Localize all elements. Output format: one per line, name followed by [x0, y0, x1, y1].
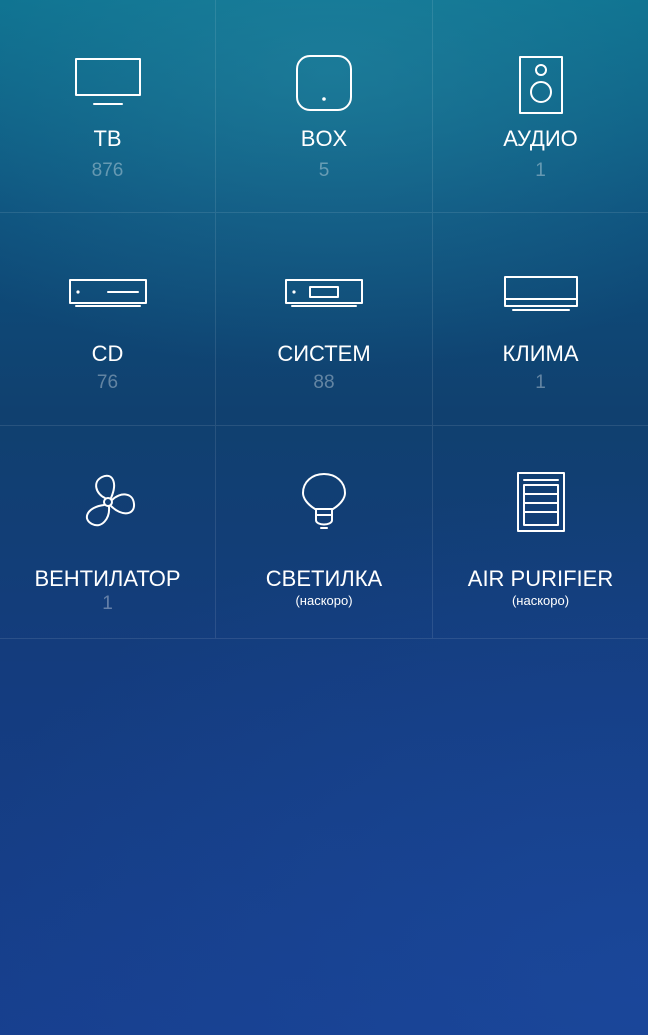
tile-count: 76 — [96, 372, 119, 393]
tv-icon — [74, 55, 142, 107]
tile-note: (наскоро) — [295, 593, 353, 608]
tile-label: BOX — [300, 126, 348, 151]
tile-note: (наскоро) — [511, 593, 570, 608]
tile-system[interactable]: СИСТЕМ 88 — [216, 213, 433, 426]
tile-count: 88 — [313, 372, 335, 393]
tile-cd[interactable]: CD 76 — [0, 213, 216, 426]
tile-count: 1 — [102, 593, 113, 614]
tile-label: КЛИМА — [502, 341, 579, 366]
cd-player-icon — [68, 277, 148, 309]
set-top-box-icon — [295, 54, 353, 112]
tile-light[interactable]: СВЕТИЛКА (наскоро) — [216, 426, 433, 639]
tile-label: ВЕНТИЛАТОР — [34, 566, 181, 591]
tile-tv[interactable]: ТВ 876 — [0, 0, 216, 213]
tile-label: СВЕТИЛКА — [265, 566, 383, 591]
tile-air-purifier[interactable]: AIR PURIFIER (наскоро) — [433, 426, 648, 639]
tile-count: 1 — [535, 372, 546, 393]
tile-label: AIR PURIFIER — [467, 566, 614, 591]
air-purifier-icon — [516, 471, 566, 533]
tile-audio[interactable]: АУДИО 1 — [433, 0, 648, 213]
tile-count: 5 — [318, 160, 330, 181]
tile-count: 876 — [91, 160, 124, 181]
tile-label: АУДИО — [503, 126, 578, 151]
stereo-system-icon — [284, 277, 364, 309]
tile-label: СИСТЕМ — [277, 341, 371, 366]
tile-label: CD — [91, 341, 124, 366]
air-conditioner-icon — [503, 275, 579, 315]
tile-count: 1 — [535, 160, 546, 181]
fan-icon — [78, 472, 138, 532]
device-category-grid: ТВ 876 BOX 5 АУДИО 1 CD 76 СИСТЕМ 88 КЛИ… — [0, 0, 648, 639]
empty-background-area — [0, 639, 648, 1035]
tile-climate[interactable]: КЛИМА 1 — [433, 213, 648, 426]
light-bulb-icon — [301, 472, 347, 534]
speaker-icon — [518, 55, 564, 115]
tile-box[interactable]: BOX 5 — [216, 0, 433, 213]
tile-label: ТВ — [93, 126, 122, 151]
tile-fan[interactable]: ВЕНТИЛАТОР 1 — [0, 426, 216, 639]
